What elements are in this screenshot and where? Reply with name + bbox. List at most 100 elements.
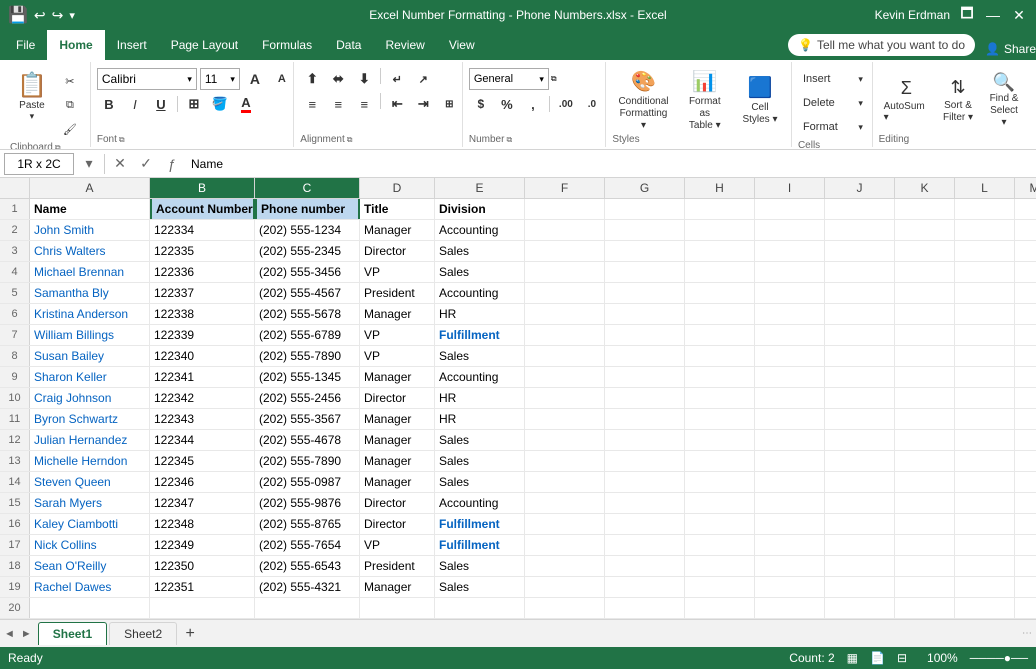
merge-button[interactable]: ⊞ [437, 93, 461, 115]
cell[interactable]: Accounting [435, 283, 525, 303]
cell[interactable] [895, 598, 955, 618]
cell[interactable]: 122349 [150, 535, 255, 555]
cell[interactable]: 122334 [150, 220, 255, 240]
cell[interactable] [825, 325, 895, 345]
cell[interactable] [525, 220, 605, 240]
align-bottom-button[interactable]: ⬇ [352, 68, 376, 90]
cell[interactable] [755, 388, 825, 408]
format-button[interactable]: Format▾ [798, 116, 868, 138]
cell[interactable]: 122339 [150, 325, 255, 345]
cell[interactable] [1015, 304, 1036, 324]
cell[interactable] [955, 493, 1015, 513]
cell[interactable] [755, 556, 825, 576]
cell[interactable] [685, 556, 755, 576]
font-grow-button[interactable]: A [243, 68, 267, 90]
cell[interactable]: Rachel Dawes [30, 577, 150, 597]
decrease-indent-button[interactable]: ⇤ [385, 93, 409, 115]
cell[interactable]: Michael Brennan [30, 262, 150, 282]
undo-btn[interactable]: ↩ [34, 7, 46, 24]
cell[interactable]: HR [435, 304, 525, 324]
cell[interactable] [605, 199, 685, 219]
cell[interactable] [525, 304, 605, 324]
cell[interactable]: 122343 [150, 409, 255, 429]
percent-button[interactable]: % [495, 93, 519, 115]
cell[interactable]: Chris Walters [30, 241, 150, 261]
cell[interactable]: Manager [360, 472, 435, 492]
cell[interactable] [825, 304, 895, 324]
cell[interactable] [1015, 346, 1036, 366]
cell[interactable]: Accounting [435, 493, 525, 513]
cell[interactable] [1015, 577, 1036, 597]
cell[interactable]: 122338 [150, 304, 255, 324]
cell[interactable] [685, 493, 755, 513]
cell[interactable] [755, 346, 825, 366]
restore-btn[interactable]: 🗖 [958, 6, 976, 24]
cell-reference-box[interactable] [4, 153, 74, 175]
cell[interactable]: Division [435, 199, 525, 219]
cell[interactable] [685, 388, 755, 408]
cell[interactable]: 122347 [150, 493, 255, 513]
font-color-button[interactable]: A [234, 93, 258, 115]
cell[interactable]: Manager [360, 451, 435, 471]
cell[interactable]: 122340 [150, 346, 255, 366]
cell[interactable] [605, 535, 685, 555]
cell[interactable] [825, 598, 895, 618]
sheet-tab-sheet2[interactable]: Sheet2 [109, 622, 177, 645]
col-header-h[interactable]: H [685, 178, 755, 198]
cell[interactable]: VP [360, 325, 435, 345]
format-painter-button[interactable]: 🖌 [56, 118, 84, 140]
quick-access-more[interactable]: ▾ [69, 9, 75, 22]
col-header-j[interactable]: J [825, 178, 895, 198]
cell[interactable] [525, 199, 605, 219]
cell[interactable] [525, 577, 605, 597]
cell[interactable] [685, 199, 755, 219]
cell[interactable]: 122341 [150, 367, 255, 387]
increase-decimal-button[interactable]: .0 [580, 93, 604, 115]
cell[interactable] [895, 514, 955, 534]
cell[interactable] [685, 451, 755, 471]
cell[interactable] [955, 514, 1015, 534]
cell[interactable]: Sarah Myers [30, 493, 150, 513]
tab-review[interactable]: Review [373, 30, 436, 60]
cell[interactable] [825, 262, 895, 282]
col-header-a[interactable]: A [30, 178, 150, 198]
cell[interactable] [605, 304, 685, 324]
cell[interactable]: Sales [435, 430, 525, 450]
number-group-expand-icon[interactable]: ⧉ [506, 135, 512, 145]
italic-button[interactable]: I [123, 93, 147, 115]
col-header-c[interactable]: C [255, 178, 360, 198]
cell[interactable]: Kristina Anderson [30, 304, 150, 324]
cell[interactable]: Sales [435, 556, 525, 576]
cell[interactable] [525, 514, 605, 534]
col-header-d[interactable]: D [360, 178, 435, 198]
cell[interactable] [1015, 325, 1036, 345]
paste-button[interactable]: 📋 Paste ▾ [10, 66, 54, 126]
tab-view[interactable]: View [437, 30, 487, 60]
sheet-tab-sheet1[interactable]: Sheet1 [38, 622, 107, 645]
cell[interactable]: (202) 555-4321 [255, 577, 360, 597]
cell[interactable]: (202) 555-6543 [255, 556, 360, 576]
cell[interactable]: Sales [435, 346, 525, 366]
font-expand-icon[interactable]: ⧉ [119, 135, 125, 145]
cell[interactable] [755, 451, 825, 471]
cell[interactable] [1015, 409, 1036, 429]
format-as-table-button[interactable]: 📊 Format asTable ▾ [679, 71, 731, 129]
cell[interactable] [955, 409, 1015, 429]
cell[interactable] [605, 493, 685, 513]
cell[interactable]: (202) 555-7890 [255, 346, 360, 366]
cell[interactable] [895, 367, 955, 387]
cell[interactable] [955, 577, 1015, 597]
cell[interactable]: Director [360, 241, 435, 261]
cell[interactable] [525, 535, 605, 555]
cell[interactable] [825, 283, 895, 303]
cut-button[interactable]: ✂ [56, 70, 84, 92]
cell[interactable]: Title [360, 199, 435, 219]
cell[interactable] [605, 451, 685, 471]
col-header-e[interactable]: E [435, 178, 525, 198]
cell[interactable]: VP [360, 262, 435, 282]
cell-styles-button[interactable]: 🟦 CellStyles ▾ [735, 71, 785, 129]
cell[interactable] [955, 388, 1015, 408]
cell[interactable] [955, 220, 1015, 240]
col-header-l[interactable]: L [955, 178, 1015, 198]
cell[interactable] [895, 493, 955, 513]
